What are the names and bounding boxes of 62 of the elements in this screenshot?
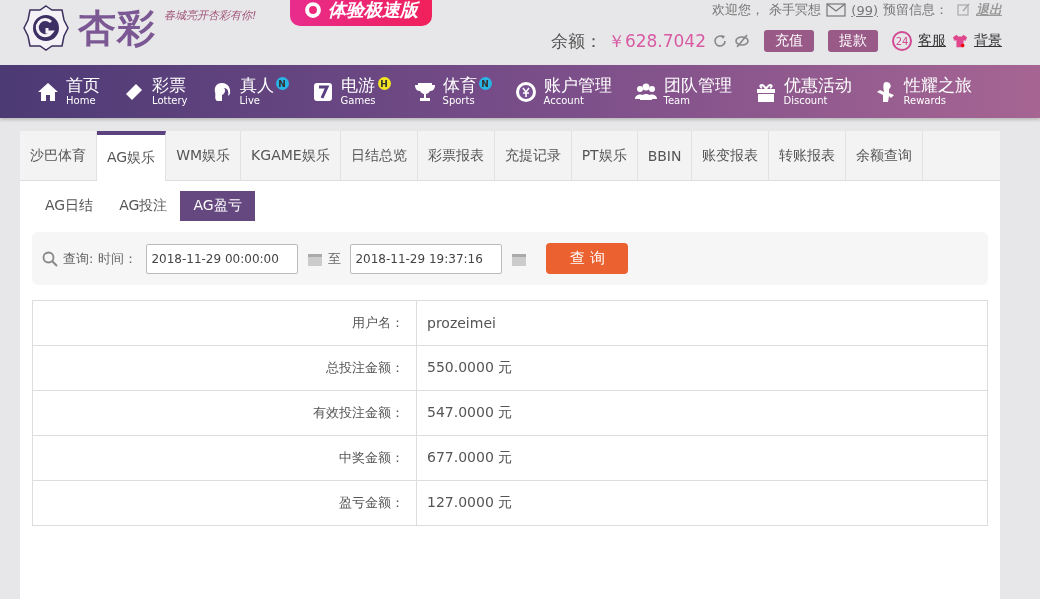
mail-icon[interactable] (826, 3, 847, 17)
search-icon (42, 250, 58, 267)
shirt-icon[interactable] (952, 33, 968, 49)
support-badge: 24 (892, 31, 912, 51)
nav-item[interactable]: 团队管理 Team (633, 77, 732, 106)
deposit-button[interactable]: 充值 (764, 30, 814, 52)
background-link[interactable]: 背景 (974, 32, 1002, 50)
label-cell: 总投注金额： (33, 346, 417, 390)
to-label: 至 (328, 249, 342, 268)
username: 杀手冥想 (769, 1, 822, 19)
nav-item[interactable]: 优惠活动 Discount (753, 77, 852, 106)
edit-icon[interactable] (957, 3, 971, 17)
time-label: 时间： (98, 249, 138, 268)
label-cell: 盈亏金额： (33, 481, 417, 525)
tab[interactable]: KGAME娱乐 (241, 131, 341, 180)
tab[interactable]: 充提记录 (494, 131, 572, 180)
nav-item[interactable]: 彩票 Lottery (122, 77, 188, 106)
logo-icon (22, 2, 70, 54)
label-cell: 用户名： (33, 301, 417, 345)
value-cell-text: 677.0000 元 (426, 448, 513, 467)
value-cell-text: prozeimei (426, 314, 496, 333)
value-cell-text: 547.0000 元 (426, 403, 513, 422)
nav-badge: N (478, 77, 492, 90)
tab[interactable]: 账变报表 (692, 131, 770, 180)
nav-item[interactable]: 首页 Home (36, 77, 100, 106)
brand-name: 杏彩 (78, 4, 156, 52)
tab[interactable]: PT娱乐 (571, 131, 638, 180)
tab[interactable]: 余额查询 (846, 131, 924, 180)
message-count-link[interactable]: (99) (851, 2, 878, 18)
tab[interactable]: BBIN (637, 131, 693, 180)
withdraw-button[interactable]: 提款 (828, 30, 878, 52)
speed-version-button[interactable]: 体验极速版 (290, 0, 432, 26)
welcome-text: 欢迎您， (712, 1, 765, 19)
yen-coin-icon (513, 79, 538, 104)
tab[interactable]: WM娱乐 (166, 131, 242, 180)
tab[interactable]: 日结总览 (340, 131, 418, 180)
value-cell-text: 550.0000 元 (426, 358, 513, 377)
support-link[interactable]: 客服 (918, 32, 946, 50)
tab[interactable]: 彩票报表 (417, 131, 495, 180)
tab[interactable]: AG娱乐 (97, 131, 167, 181)
nav-badge: H (377, 77, 391, 90)
end-time-field[interactable]: 2018-11-29 19:37:16 (350, 243, 503, 274)
label-cell: 中奖金额： (33, 436, 417, 480)
start-time-field[interactable]: 2018-11-29 00:00:00 (146, 243, 299, 274)
nav-item[interactable]: 体育 Sports N (412, 77, 492, 106)
subtab[interactable]: AG盈亏 (180, 191, 255, 221)
nav-item[interactable]: 账户管理 Account (513, 77, 612, 106)
balance-amount: ￥628.7042 (607, 29, 706, 53)
refresh-icon[interactable] (712, 33, 728, 49)
slogan: 春城亮开杏彩有你! (164, 8, 257, 23)
nav-badge: N (275, 77, 289, 90)
value-cell-text: 127.0000 元 (426, 493, 513, 512)
subtab[interactable]: AG投注 (106, 191, 181, 221)
nav-item[interactable]: 电游 Games H (310, 77, 391, 106)
reserved-info-label: 预留信息： (883, 1, 948, 19)
nav-item[interactable]: 性耀之旅 Rewards (873, 77, 972, 106)
tab[interactable]: 转账报表 (769, 131, 847, 180)
label-cell: 有效投注金额： (33, 391, 417, 435)
balance-label: 余额： (550, 29, 602, 53)
query-label: 查询: (63, 249, 94, 268)
subtab[interactable]: AG日结 (32, 191, 107, 221)
nav-item[interactable]: 真人 Live N (209, 77, 289, 106)
